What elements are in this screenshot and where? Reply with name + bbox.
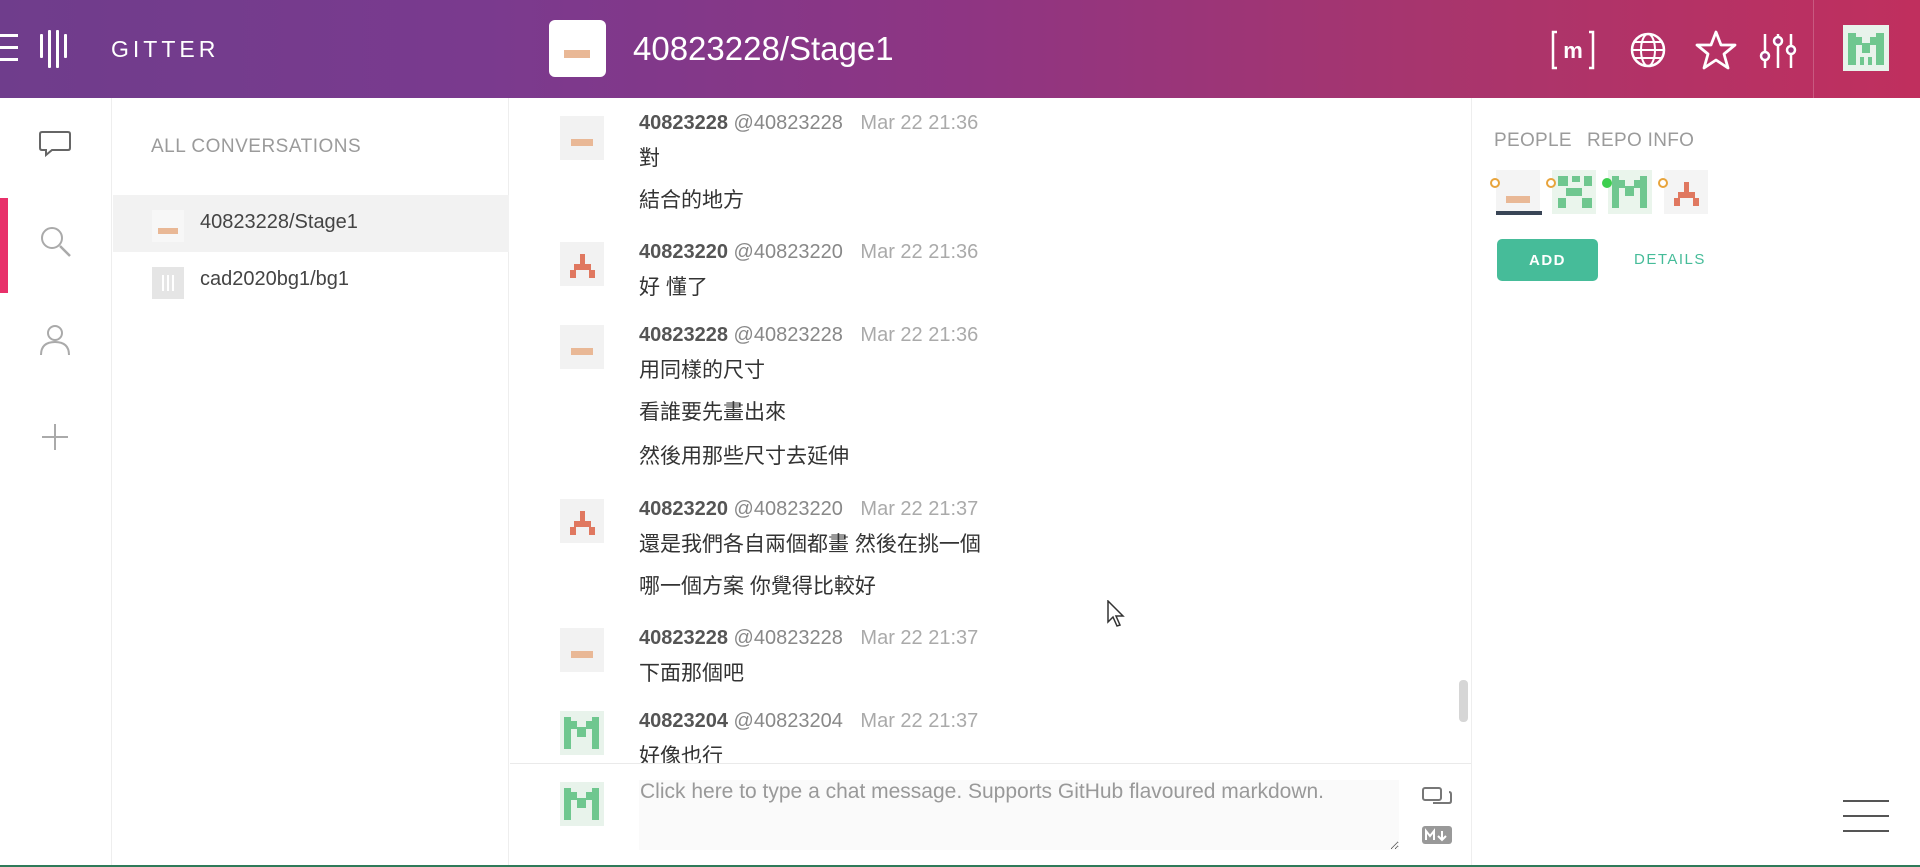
avatar[interactable] — [1664, 170, 1708, 214]
person-icon[interactable] — [36, 320, 74, 358]
message-username[interactable]: @40823220 — [734, 241, 843, 263]
conversations-panel: ALL CONVERSATIONS 40823228/Stage1 cad202… — [113, 98, 509, 867]
message-header: 40823228 @40823228 Mar 22 21:36 — [639, 324, 978, 347]
user-avatar[interactable] — [1843, 25, 1889, 71]
message-text: 用同樣的尺寸 — [639, 359, 765, 382]
message-author[interactable]: 40823204 — [639, 710, 728, 732]
message-header: 40823204 @40823204 Mar 22 21:37 — [639, 710, 978, 733]
chat-message-input[interactable] — [639, 780, 1399, 850]
chat-icon[interactable] — [36, 124, 74, 162]
message-text: 好 懂了 — [639, 276, 708, 299]
active-indicator — [0, 198, 8, 293]
menu-icon[interactable] — [0, 34, 20, 64]
markdown-icon[interactable] — [1422, 824, 1452, 846]
right-panel: PEOPLE REPO INFO ADD DETAILS — [1471, 98, 1920, 867]
message-username[interactable]: @40823228 — [734, 112, 843, 134]
left-nav-rail — [0, 98, 112, 867]
message-header: 40823220 @40823220 Mar 22 21:36 — [639, 241, 978, 264]
message-text: 看誰要先畫出來 — [639, 401, 786, 424]
tab-repo-info[interactable]: REPO INFO — [1587, 130, 1694, 152]
room-thumb-icon — [152, 267, 184, 299]
message-username[interactable]: @40823228 — [734, 627, 843, 649]
conversation-label: cad2020bg1/bg1 — [200, 268, 350, 290]
message-text: 還是我們各自兩個都畫 然後在挑一個 — [639, 533, 981, 556]
plus-icon[interactable] — [36, 418, 74, 456]
message-author[interactable]: 40823228 — [639, 112, 728, 134]
message-text: 然後用那些尺寸去延伸 — [639, 445, 849, 468]
avatar[interactable] — [1496, 170, 1540, 214]
status-dot — [1546, 178, 1556, 188]
conversation-item-bg1[interactable]: cad2020bg1/bg1 — [113, 252, 509, 309]
add-people-button[interactable]: ADD — [1497, 239, 1598, 281]
message-timestamp[interactable]: Mar 22 21:36 — [860, 112, 978, 134]
message-text: 對 — [639, 147, 660, 170]
message-author[interactable]: 40823220 — [639, 241, 728, 263]
brand-name[interactable]: GITTER — [111, 36, 219, 63]
room-avatar — [549, 20, 606, 77]
avatar[interactable] — [1552, 170, 1596, 214]
avatar[interactable] — [560, 242, 604, 286]
chat-scrollbar[interactable] — [1459, 680, 1468, 722]
message-author[interactable]: 40823228 — [639, 324, 728, 346]
message-timestamp[interactable]: Mar 22 21:37 — [860, 710, 978, 732]
conversation-item-stage1[interactable]: 40823228/Stage1 — [113, 195, 509, 252]
star-icon[interactable] — [1694, 28, 1738, 72]
message-author[interactable]: 40823220 — [639, 498, 728, 520]
globe-icon[interactable] — [1626, 28, 1670, 72]
avatar — [560, 782, 604, 826]
chat-bubbles-icon[interactable] — [1422, 786, 1452, 808]
message-text: 好像也行 — [639, 745, 723, 763]
matrix-icon[interactable]: m — [1551, 28, 1595, 72]
message-header: 40823228 @40823228 Mar 22 21:36 — [639, 112, 978, 135]
chat-messages: 40823228 @40823228 Mar 22 21:36 對 結合的地方 … — [510, 98, 1471, 763]
hamburger-menu-icon[interactable] — [1843, 800, 1889, 840]
message-text: 結合的地方 — [639, 189, 744, 212]
status-dot — [1602, 178, 1612, 188]
avatar[interactable] — [560, 325, 604, 369]
message-username[interactable]: @40823204 — [734, 710, 843, 732]
active-underline — [1496, 211, 1542, 215]
gitter-app: GITTER 40823228/Stage1 m ALL CONVERSATIO… — [0, 0, 1920, 867]
message-header: 40823220 @40823220 Mar 22 21:37 — [639, 498, 978, 521]
mouse-cursor-icon — [1107, 600, 1125, 627]
conversations-title: ALL CONVERSATIONS — [151, 136, 362, 157]
message-username[interactable]: @40823228 — [734, 324, 843, 346]
status-dot — [1658, 178, 1668, 188]
gitter-logo-icon[interactable] — [40, 30, 70, 68]
message-header: 40823228 @40823228 Mar 22 21:37 — [639, 627, 978, 650]
conversation-label: 40823228/Stage1 — [200, 211, 358, 233]
message-text: 下面那個吧 — [639, 662, 744, 685]
avatar[interactable] — [560, 116, 604, 160]
tab-people[interactable]: PEOPLE — [1494, 130, 1572, 152]
message-timestamp[interactable]: Mar 22 21:36 — [860, 324, 978, 346]
avatar[interactable] — [560, 499, 604, 543]
chat-input-bar — [510, 763, 1471, 867]
details-link[interactable]: DETAILS — [1634, 251, 1706, 268]
message-author[interactable]: 40823228 — [639, 627, 728, 649]
message-text: 哪一個方案 你覺得比較好 — [639, 575, 876, 598]
svg-text:m: m — [1563, 38, 1583, 63]
avatar[interactable] — [560, 628, 604, 672]
top-header: GITTER 40823228/Stage1 m — [0, 0, 1920, 98]
settings-sliders-icon[interactable] — [1756, 28, 1800, 72]
header-divider — [1813, 0, 1814, 98]
message-username[interactable]: @40823220 — [734, 498, 843, 520]
room-title[interactable]: 40823228/Stage1 — [633, 30, 894, 68]
avatar[interactable] — [560, 711, 604, 755]
message-timestamp[interactable]: Mar 22 21:37 — [860, 498, 978, 520]
room-thumb-icon — [152, 210, 184, 242]
avatar[interactable] — [1608, 170, 1652, 214]
message-timestamp[interactable]: Mar 22 21:36 — [860, 241, 978, 263]
status-dot — [1490, 178, 1500, 188]
message-timestamp[interactable]: Mar 22 21:37 — [860, 627, 978, 649]
search-icon[interactable] — [36, 222, 74, 260]
